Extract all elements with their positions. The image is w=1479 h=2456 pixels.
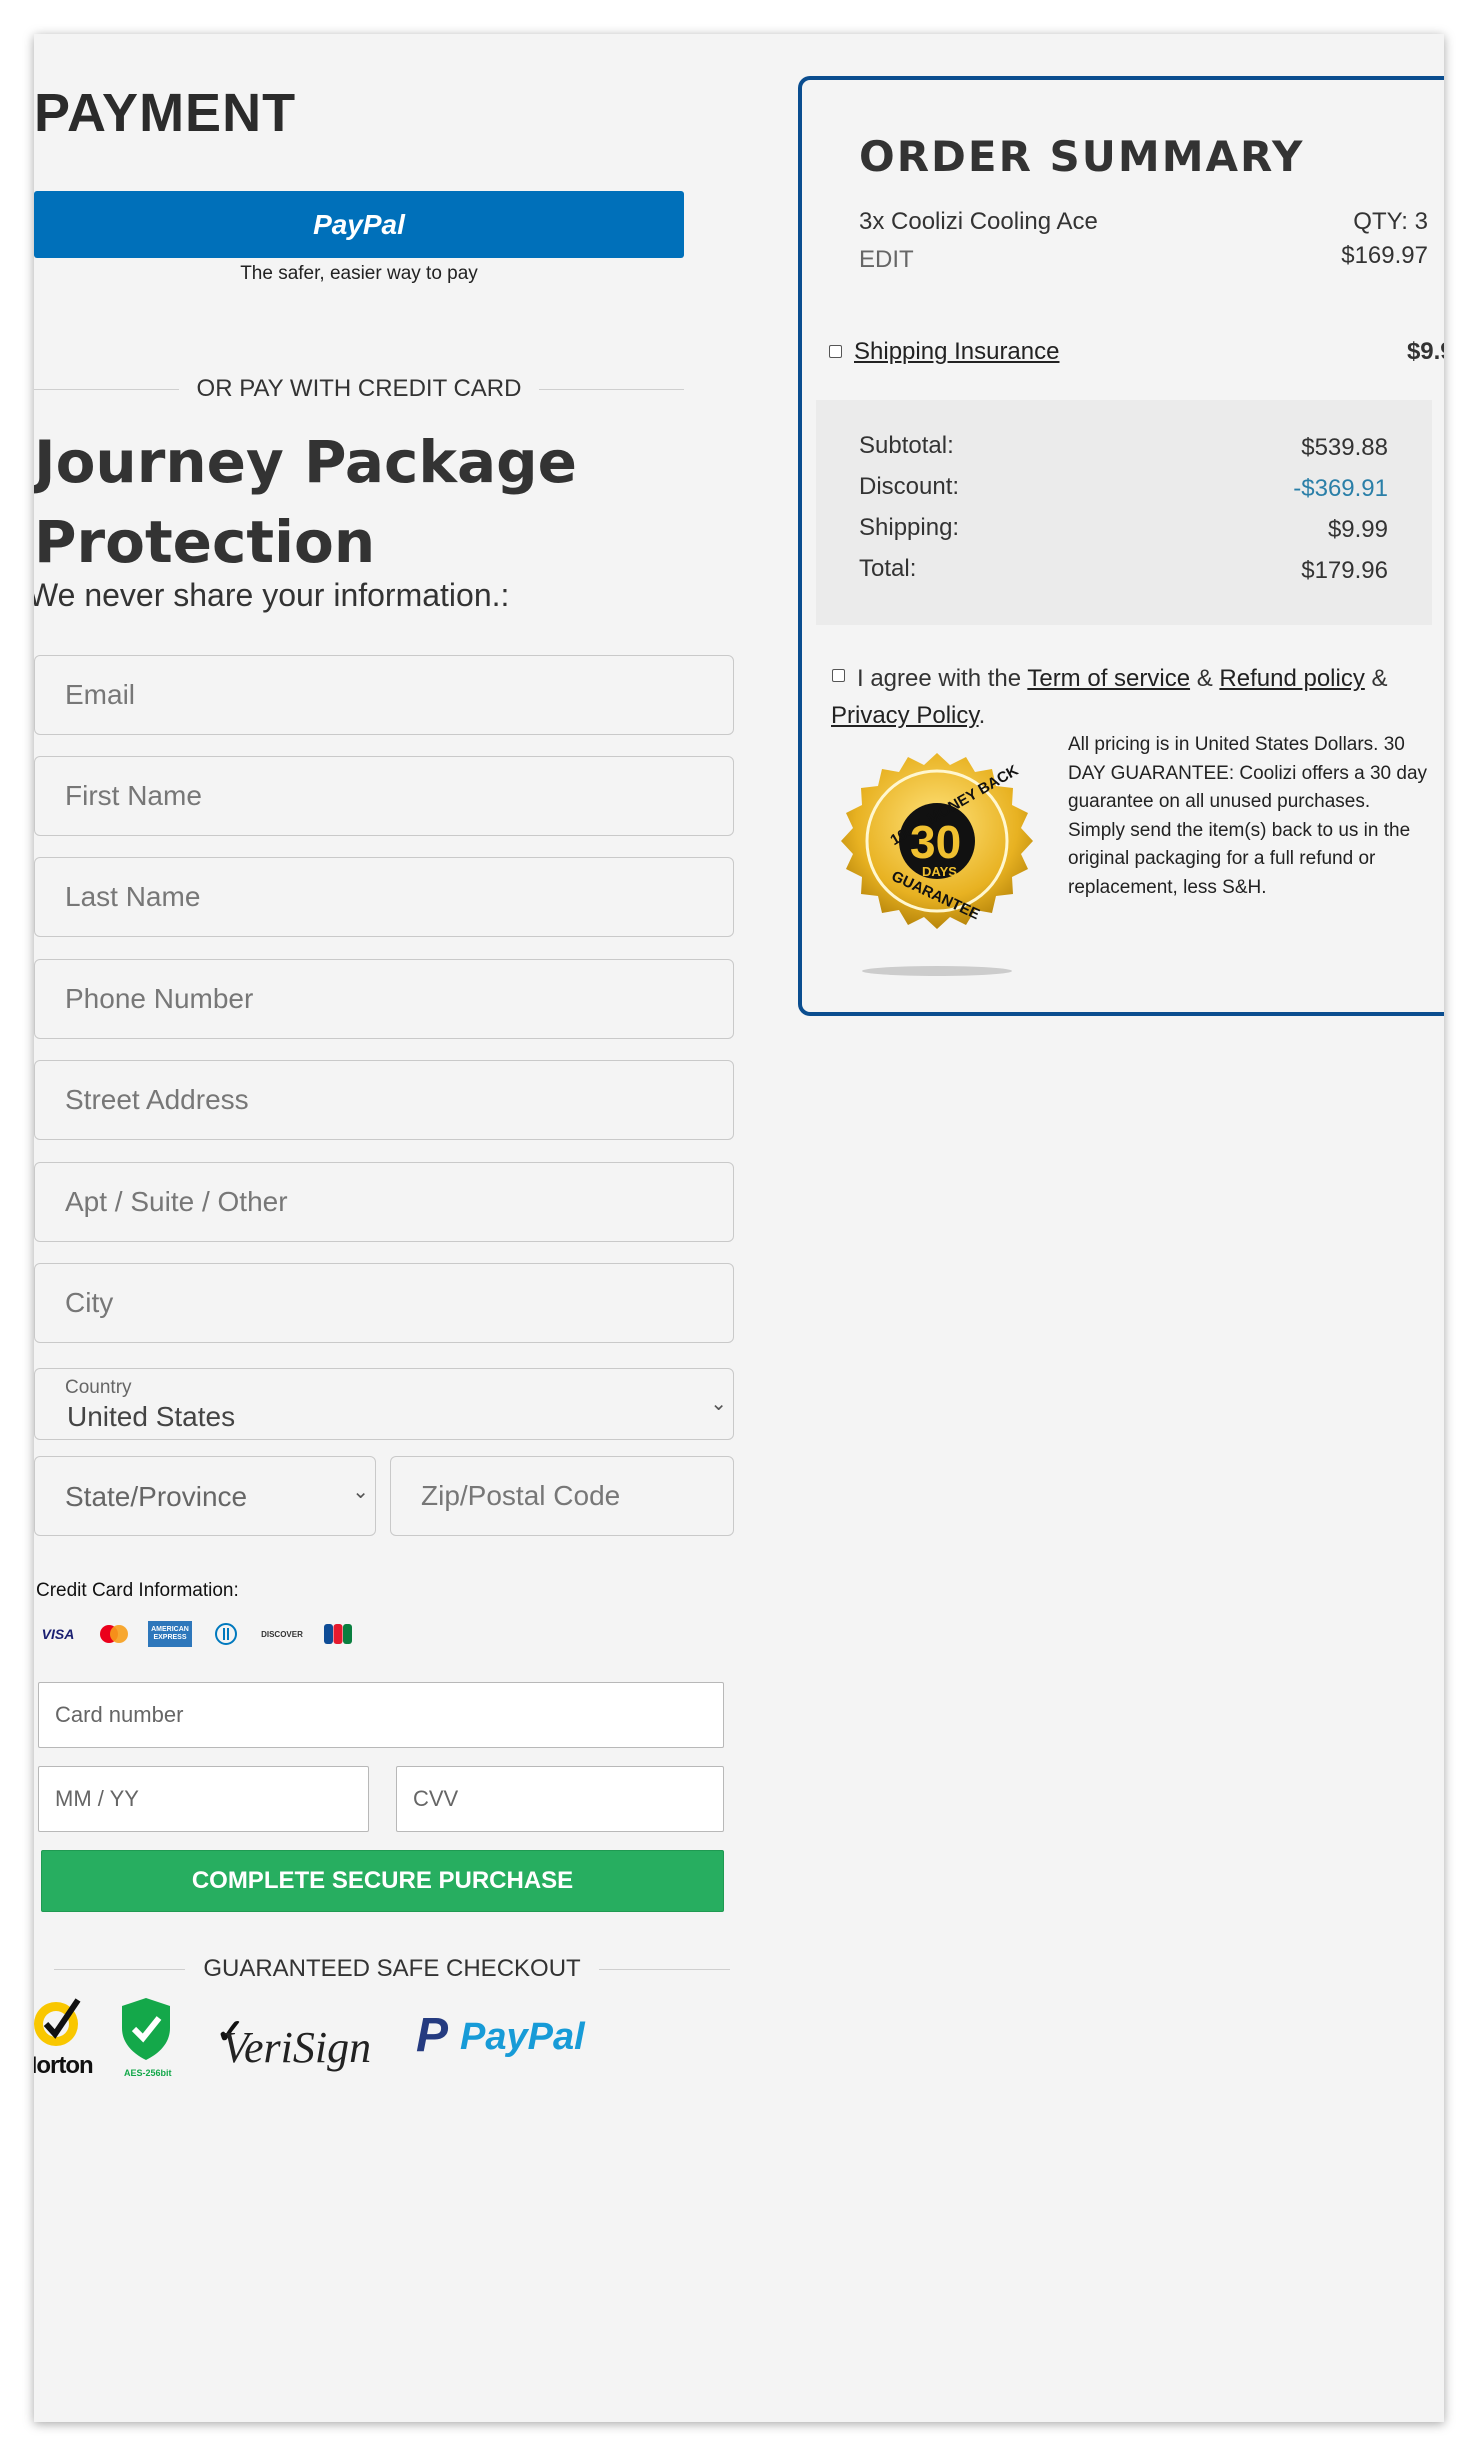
shipping-insurance-price: $9.99 <box>1406 338 1444 365</box>
item-name: 3x Coolizi Cooling Ace <box>859 208 1098 235</box>
city-field[interactable] <box>34 1263 734 1343</box>
privacy-line: Privacy Policy. <box>831 697 985 734</box>
refund-link[interactable]: Refund policy <box>1219 665 1364 692</box>
divider-line <box>54 1968 186 1970</box>
item-qty: QTY: 3 <box>1353 208 1428 235</box>
shipping-insurance-checkbox[interactable] <box>829 345 842 358</box>
paypal-tagline: The safer, easier way to pay <box>240 263 478 284</box>
guaranteed-divider: GUARANTEED SAFE CHECKOUT <box>54 1955 731 1983</box>
shipping-insurance-link[interactable]: Shipping Insurance <box>854 338 1059 366</box>
protection-subtitle: We never share your information.: <box>34 577 510 613</box>
phone-field[interactable] <box>34 959 734 1039</box>
shipping-label: Shipping: <box>859 514 960 541</box>
divider-line <box>34 388 179 390</box>
credit-card-label: Credit Card Information: <box>36 1580 239 1601</box>
agree-terms-text: I agree with the Term of service & Refun… <box>857 660 1444 697</box>
seal-days: DAYS <box>922 864 957 879</box>
aes-badge: AES-256bit <box>116 1994 176 2084</box>
card-logos: VISA AMERICAN EXPRESS DISCOVER <box>36 1621 360 1647</box>
card-number-field[interactable] <box>38 1682 724 1748</box>
country-label: Country <box>65 1377 132 1398</box>
norton-badge: Norton <box>34 1994 94 2084</box>
email-field[interactable] <box>34 655 734 735</box>
order-summary-title: ORDER SUMMARY <box>859 132 1305 181</box>
complete-purchase-button[interactable]: COMPLETE SECURE PURCHASE <box>41 1850 724 1912</box>
zip-field[interactable] <box>390 1456 734 1536</box>
cvv-field[interactable] <box>396 1766 724 1832</box>
paypal-p-icon: P <box>416 2009 449 2062</box>
totals-panel: Subtotal: $539.88 Discount: -$369.91 Shi… <box>816 400 1432 625</box>
street-address-field[interactable] <box>34 1060 734 1140</box>
aes-label: AES-256bit <box>124 2068 172 2078</box>
verisign-label: VeriSign <box>222 2023 372 2072</box>
terms-link[interactable]: Term of service <box>1027 665 1190 692</box>
shipping-value: $9.99 <box>1327 516 1388 543</box>
payment-title: PAYMENT <box>34 83 297 143</box>
protection-title: Journey Package Protection <box>34 428 577 576</box>
country-select[interactable]: Country United States ⌄ <box>34 1368 734 1440</box>
money-back-seal: 100% MONEY BACK 30 DAYS GUARANTEE <box>832 753 1042 978</box>
order-summary: ORDER SUMMARY 3x Coolizi Cooling Ace QTY… <box>798 76 1444 1016</box>
privacy-period: . <box>978 702 986 729</box>
total-value: $179.96 <box>1301 557 1388 584</box>
norton-label: Norton <box>34 2052 94 2079</box>
privacy-link[interactable]: Privacy Policy <box>831 702 979 729</box>
state-value: State/Province <box>65 1481 248 1512</box>
subtotal-value: $539.88 <box>1301 434 1388 461</box>
item-price: $169.97 <box>1341 242 1428 269</box>
visa-icon: VISA <box>41 1626 75 1642</box>
or-pay-divider: OR PAY WITH CREDIT CARD <box>34 375 685 403</box>
guaranteed-label: GUARANTEED SAFE CHECKOUT <box>203 1955 581 1982</box>
country-value: United States <box>67 1401 236 1432</box>
paypal-badge-label: PayPal <box>460 2016 585 2058</box>
paypal-button[interactable]: PayPal <box>34 191 684 258</box>
guarantee-text: All pricing is in United States Dollars.… <box>1068 734 1428 898</box>
agree-prefix: I agree with the <box>857 665 1022 692</box>
divider-line <box>598 1968 731 1970</box>
last-name-field[interactable] <box>34 857 734 937</box>
apt-suite-field[interactable] <box>34 1162 734 1242</box>
discover-icon: DISCOVER <box>261 1629 303 1639</box>
expiry-field[interactable] <box>38 1766 369 1832</box>
discount-label: Discount: <box>859 473 960 500</box>
amp-2: & <box>1371 665 1388 692</box>
total-label: Total: <box>859 555 917 582</box>
trust-badges: Norton AES-256bit ✓ VeriSign P PayPal <box>34 1994 596 2084</box>
divider-line <box>539 388 685 390</box>
diners-icon <box>204 1621 248 1647</box>
or-pay-label: OR PAY WITH CREDIT CARD <box>196 375 522 402</box>
chevron-down-icon: ⌄ <box>352 1479 369 1503</box>
chevron-down-icon: ⌄ <box>710 1391 727 1415</box>
norton-check-icon <box>34 1998 81 2046</box>
amex-icon: AMERICAN EXPRESS <box>148 1621 192 1647</box>
edit-link[interactable]: EDIT <box>859 246 914 274</box>
subtotal-label: Subtotal: <box>859 432 954 459</box>
shield-check-icon <box>122 1998 170 2060</box>
discount-value: -$369.91 <box>1293 475 1388 502</box>
paypal-badge: P PayPal <box>416 1994 596 2084</box>
amp-1: & <box>1196 665 1213 692</box>
first-name-field[interactable] <box>34 756 734 836</box>
jcb-icon <box>316 1621 360 1647</box>
mastercard-icon <box>92 1621 136 1647</box>
checkout-page: PAYMENT PayPal The safer, easier way to … <box>34 34 1444 2422</box>
state-select[interactable]: State/Province ⌄ <box>34 1456 376 1536</box>
seal-number: 30 <box>910 816 962 868</box>
verisign-badge: ✓ VeriSign <box>216 1994 376 2084</box>
agree-terms-checkbox[interactable] <box>832 669 845 682</box>
